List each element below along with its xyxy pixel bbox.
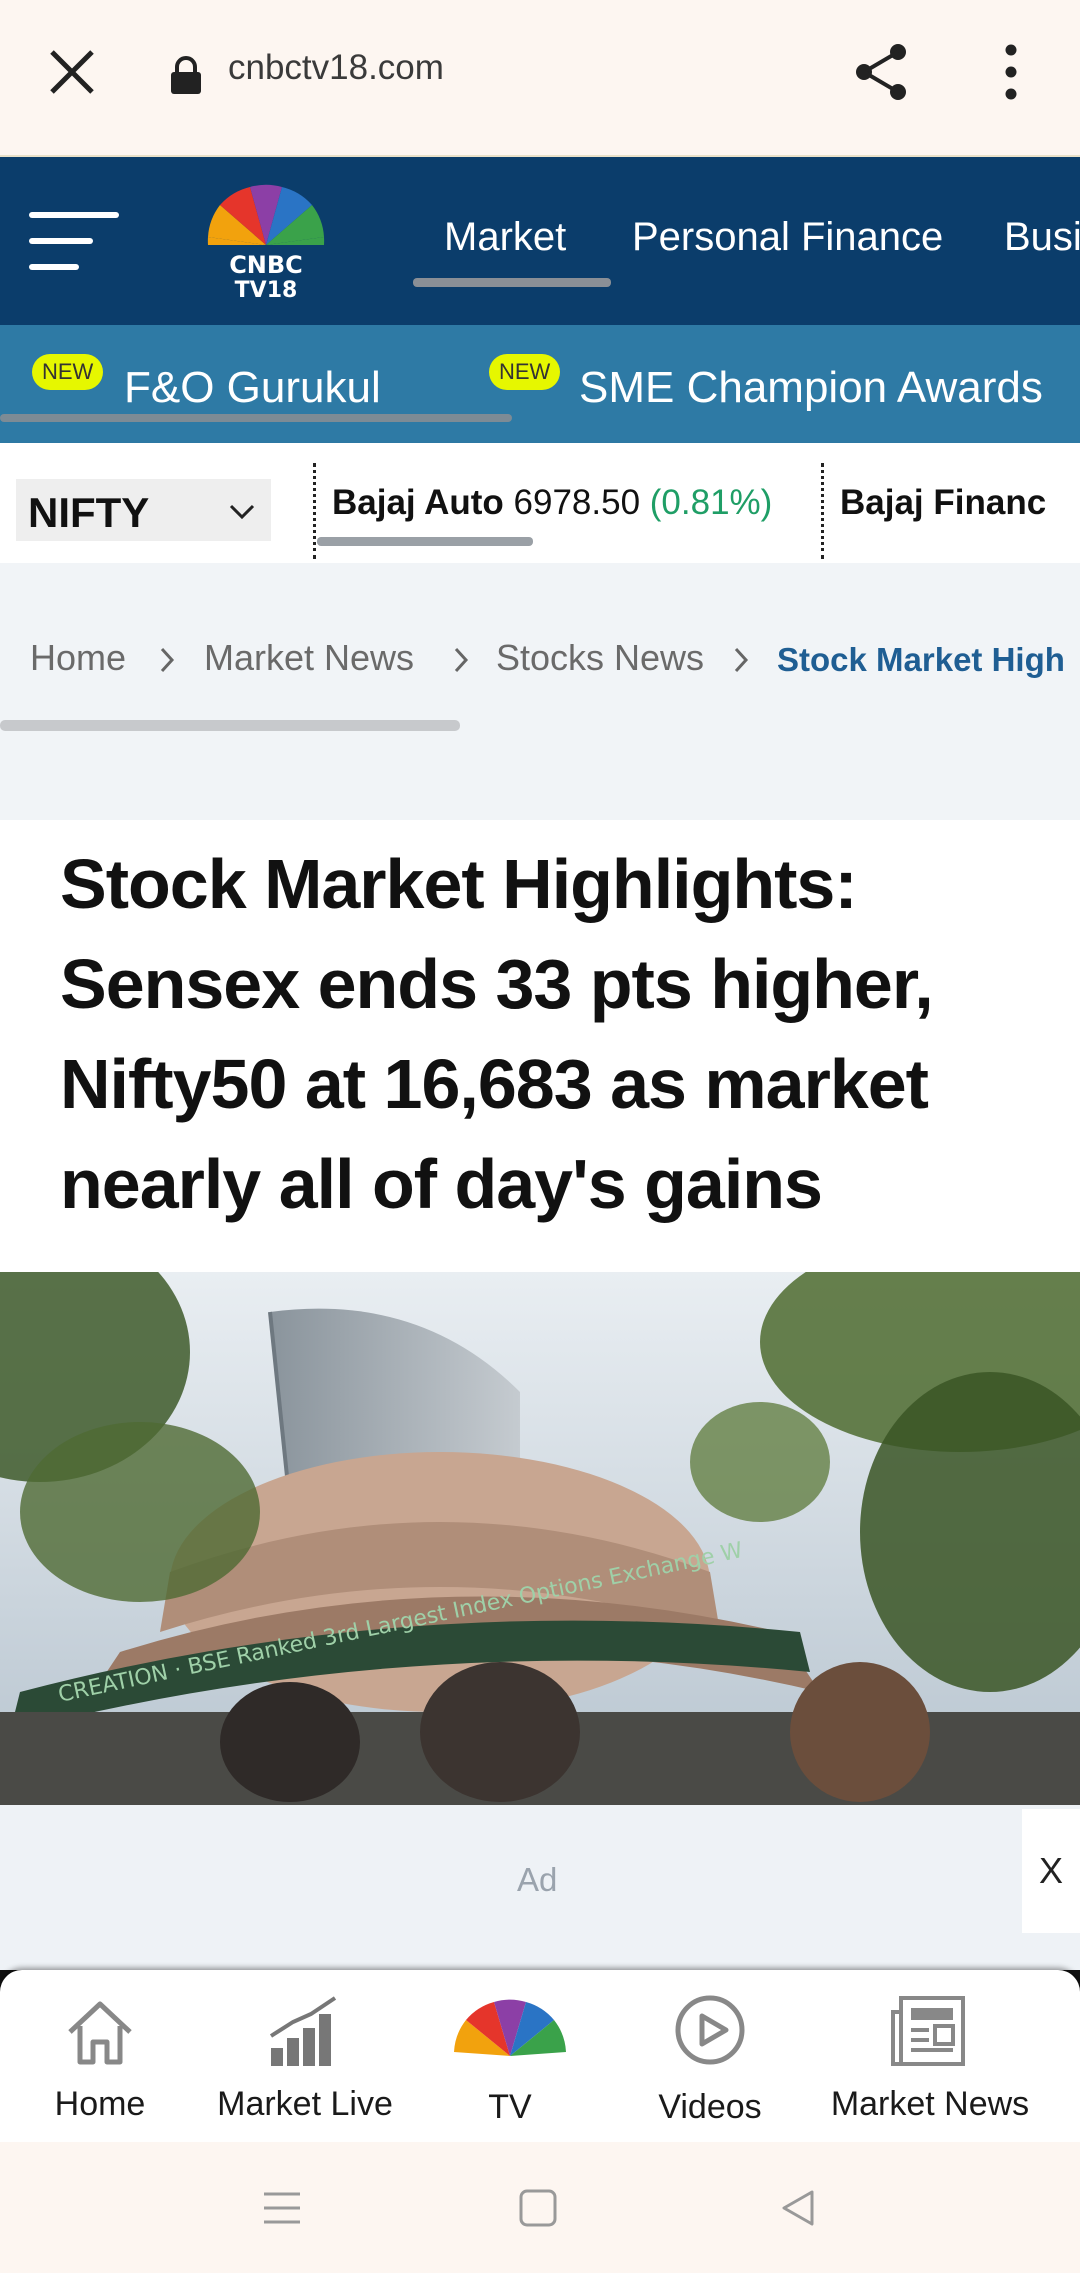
new-badge: NEW bbox=[489, 354, 561, 390]
breadcrumb-current: Stock Market High bbox=[777, 641, 1065, 678]
more-vert-icon[interactable] bbox=[996, 40, 1026, 104]
close-icon[interactable] bbox=[44, 44, 100, 100]
bottom-nav-home[interactable]: Home bbox=[20, 1970, 180, 2142]
bottom-nav-videos[interactable]: Videos bbox=[630, 1970, 790, 2142]
chevron-right-icon bbox=[160, 647, 175, 673]
ticker-stock-change: (0.81%) bbox=[649, 483, 773, 522]
site-navbar: CNBC TV18 Market Personal Finance Busi bbox=[0, 157, 1080, 325]
newspaper-icon bbox=[891, 1996, 965, 2066]
article-headline: Stock Market Highlights: Sensex ends 33 … bbox=[60, 845, 934, 1223]
breadcrumb-scroll-indicator bbox=[0, 720, 460, 731]
ticker-item-bajaj-finance[interactable]: Bajaj Financ bbox=[840, 483, 1046, 523]
chevron-right-icon bbox=[454, 647, 469, 673]
chevron-down-icon bbox=[229, 504, 255, 520]
article-header: Stock Market Highlights: Sensex ends 33 … bbox=[0, 820, 1080, 1272]
ticker-stock-price: 6978.50 bbox=[513, 483, 641, 522]
home-square-icon[interactable] bbox=[518, 2188, 558, 2228]
logo-text-cnbc: CNBC bbox=[229, 251, 303, 279]
ticker-item-bajaj-auto[interactable]: Bajaj Auto 6978.50 (0.81%) bbox=[332, 483, 772, 523]
play-circle-icon bbox=[675, 1995, 745, 2065]
ad-label: Ad bbox=[517, 1861, 558, 1898]
bottom-nav-label: Videos bbox=[658, 2088, 762, 2126]
nav-item-market[interactable]: Market bbox=[444, 215, 566, 260]
recents-menu-icon[interactable] bbox=[262, 2188, 302, 2228]
nav-item-personal-finance[interactable]: Personal Finance bbox=[632, 215, 943, 260]
ticker-divider bbox=[313, 463, 316, 559]
breadcrumb-stocks-news[interactable]: Stocks News bbox=[496, 637, 704, 679]
bottom-nav-label: TV bbox=[488, 2088, 532, 2126]
nav-item-business[interactable]: Busi bbox=[1004, 215, 1080, 260]
share-icon[interactable] bbox=[850, 40, 914, 104]
subnav-item-sme-champion-awards[interactable]: SME Champion Awards bbox=[579, 363, 1043, 413]
bottom-nav-label: Home bbox=[54, 2085, 146, 2123]
breadcrumb-home[interactable]: Home bbox=[30, 637, 126, 679]
stock-ticker: NIFTY Bajaj Auto 6978.50 (0.81%) Bajaj F… bbox=[0, 443, 1080, 563]
subnav-scroll-indicator bbox=[0, 414, 512, 422]
hamburger-menu-icon[interactable] bbox=[28, 205, 120, 277]
logo-text-tv18: TV18 bbox=[235, 278, 298, 303]
system-navigation-bar bbox=[0, 2142, 1080, 2273]
ad-banner: Ad X bbox=[0, 1805, 1080, 1970]
peacock-icon bbox=[454, 1999, 566, 2056]
bottom-nav-label: Market Live bbox=[217, 2085, 393, 2123]
bar-chart-icon bbox=[269, 1996, 337, 2066]
chevron-right-icon bbox=[734, 647, 749, 673]
ticker-stock-name: Bajaj Financ bbox=[840, 483, 1047, 522]
ticker-divider bbox=[821, 463, 824, 559]
nav-active-indicator bbox=[413, 278, 611, 287]
ad-close-button[interactable]: X bbox=[1022, 1809, 1080, 1933]
bottom-nav-label: Market News bbox=[830, 2085, 1030, 2123]
bottom-navigation: Home Market Live TV Videos Market News bbox=[0, 1970, 1080, 2142]
index-dropdown-value: NIFTY bbox=[28, 489, 150, 536]
home-icon bbox=[68, 2001, 132, 2065]
url-text[interactable]: cnbctv18.com bbox=[228, 48, 444, 88]
featured-subnav: NEW F&O Gurukul NEW SME Champion Awards bbox=[0, 325, 1080, 443]
subnav-item-fo-gurukul[interactable]: F&O Gurukul bbox=[124, 363, 381, 413]
bse-building-photo: CREATION · BSE Ranked 3rd Largest Index … bbox=[0, 1272, 1080, 1805]
bottom-nav-market-live[interactable]: Market Live bbox=[195, 1970, 415, 2142]
cnbc-tv18-logo[interactable]: CNBC TV18 bbox=[196, 175, 336, 303]
browser-toolbar: cnbctv18.com bbox=[0, 0, 1080, 157]
ticker-scroll-indicator bbox=[317, 537, 533, 546]
index-dropdown[interactable]: NIFTY bbox=[16, 479, 271, 541]
ticker-stock-name: Bajaj Auto bbox=[332, 483, 504, 522]
breadcrumb-market-news[interactable]: Market News bbox=[204, 637, 414, 679]
back-triangle-icon[interactable] bbox=[778, 2188, 818, 2228]
new-badge: NEW bbox=[32, 354, 104, 390]
bottom-nav-market-news[interactable]: Market News bbox=[805, 1970, 1055, 2142]
lock-icon bbox=[171, 56, 201, 94]
article-hero-image[interactable]: CREATION · BSE Ranked 3rd Largest Index … bbox=[0, 1272, 1080, 1805]
bottom-nav-tv[interactable]: TV bbox=[430, 1970, 590, 2142]
breadcrumb: Home Market News Stocks News Stock Marke… bbox=[0, 563, 1080, 820]
